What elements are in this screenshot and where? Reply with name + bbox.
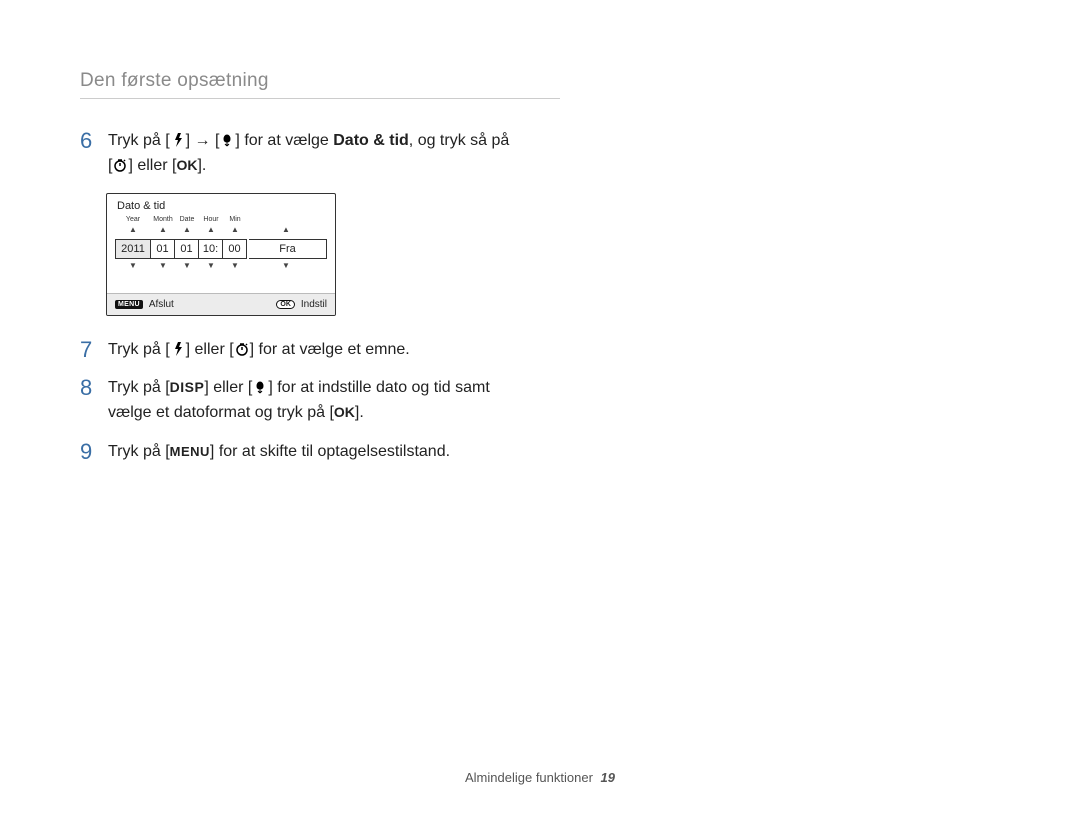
text: ] eller [: [128, 157, 176, 174]
step-number: 9: [80, 440, 102, 464]
step-6: 6 Tryk på [ ] → [ ] for at vælge Dato & ti…: [80, 129, 590, 179]
step-number: 6: [80, 129, 102, 153]
arrow-up-icon[interactable]: ▲: [175, 225, 199, 237]
text: vælge et datoformat og tryk på [: [108, 404, 334, 421]
step-text: Tryk på [DISP] eller [ ] for at indstille…: [108, 376, 590, 426]
arrow-down-icon[interactable]: ▼: [199, 261, 223, 273]
bold-text: Dato & tid: [333, 132, 409, 149]
timer-icon: [112, 158, 128, 172]
flash-icon: [170, 342, 186, 356]
text: Tryk på [: [108, 443, 170, 460]
macro-icon: [252, 380, 268, 394]
text: ] → [: [186, 132, 220, 149]
menu-chip[interactable]: MENU: [115, 300, 143, 309]
field-headers: Year Month Date Hour Min: [107, 216, 335, 223]
ok-label: OK: [334, 404, 355, 420]
arrow-down-icon[interactable]: ▼: [151, 261, 175, 273]
step-number: 8: [80, 376, 102, 400]
header-min: Min: [223, 216, 247, 223]
flash-icon: [170, 133, 186, 147]
footer-set-label: Indstil: [301, 299, 327, 310]
step-8: 8 Tryk på [DISP] eller [ ] for at indstil…: [80, 376, 590, 426]
arrow-down-icon[interactable]: ▼: [115, 261, 151, 273]
text: Tryk på [: [108, 341, 170, 358]
text: ] eller [: [186, 341, 234, 358]
footer-section: Almindelige funktioner: [465, 770, 593, 785]
header-year: Year: [115, 216, 151, 223]
arrow-up-icon[interactable]: ▲: [115, 225, 151, 237]
arrow-down-icon[interactable]: ▼: [247, 261, 325, 273]
menu-label: MENU: [170, 444, 210, 459]
camera-ui-dateset: Dato & tid Year Month Date Hour Min ▲ ▲ …: [106, 193, 336, 316]
step-7: 7 Tryk på [ ] eller [ ] for at vælge et em…: [80, 338, 590, 363]
timer-icon: [234, 342, 250, 356]
camera-ui-footer: MENU Afslut OK Indstil: [107, 293, 335, 315]
header-date: Date: [175, 216, 199, 223]
steps-list: 6 Tryk på [ ] → [ ] for at vælge Dato & ti…: [80, 129, 590, 465]
arrow-up-icon[interactable]: ▲: [151, 225, 175, 237]
arrow-up-icon[interactable]: ▲: [247, 225, 325, 237]
text: Tryk på [: [108, 132, 170, 149]
macro-icon: [219, 133, 235, 147]
header-month: Month: [151, 216, 175, 223]
value-off[interactable]: Fra: [249, 239, 327, 259]
text: Tryk på [: [108, 379, 170, 396]
manual-page: Den første opsætning 6 Tryk på [ ] → [ ] f…: [0, 0, 1080, 815]
arrow-up-icon[interactable]: ▲: [223, 225, 247, 237]
text: ].: [355, 404, 364, 421]
step-text: Tryk på [ ] eller [ ] for at vælge et emne…: [108, 338, 590, 363]
footer-page-number: 19: [601, 770, 615, 785]
step-text: Tryk på [ ] → [ ] for at vælge Dato & tid,…: [108, 129, 590, 179]
ok-chip[interactable]: OK: [276, 300, 295, 309]
arrow-down-icon[interactable]: ▼: [175, 261, 199, 273]
disp-label: DISP: [170, 379, 205, 395]
value-year[interactable]: 2011: [115, 239, 151, 259]
text: ] for at indstille dato og tid samt: [268, 379, 489, 396]
step-number: 7: [80, 338, 102, 362]
header-hour: Hour: [199, 216, 223, 223]
ok-label: OK: [176, 157, 197, 173]
value-min[interactable]: 00: [223, 239, 247, 259]
value-hour[interactable]: 10:: [199, 239, 223, 259]
camera-ui-title: Dato & tid: [107, 194, 335, 216]
text: ] for at vælge: [235, 132, 333, 149]
value-row: 2011 01 01 10: 00 Fra: [107, 239, 335, 259]
arrow-row-down: ▼ ▼ ▼ ▼ ▼ ▼: [107, 259, 335, 275]
text: ] for at vælge et emne.: [250, 341, 410, 358]
value-month[interactable]: 01: [151, 239, 175, 259]
step-9: 9 Tryk på [MENU] for at skifte til optag…: [80, 440, 590, 465]
value-date[interactable]: 01: [175, 239, 199, 259]
step-text: Tryk på [MENU] for at skifte til optagel…: [108, 440, 590, 465]
arrow-row-up: ▲ ▲ ▲ ▲ ▲ ▲: [107, 223, 335, 239]
text: , og tryk så på: [409, 132, 510, 149]
arrow-down-icon[interactable]: ▼: [223, 261, 247, 273]
text: ] eller [: [204, 379, 252, 396]
footer-exit-label: Afslut: [149, 299, 174, 310]
arrow-up-icon[interactable]: ▲: [199, 225, 223, 237]
page-title: Den første opsætning: [80, 70, 560, 99]
page-footer: Almindelige funktioner 19: [0, 770, 1080, 785]
text: ].: [197, 157, 206, 174]
text: ] for at skifte til optagelsestilstand.: [210, 443, 450, 460]
